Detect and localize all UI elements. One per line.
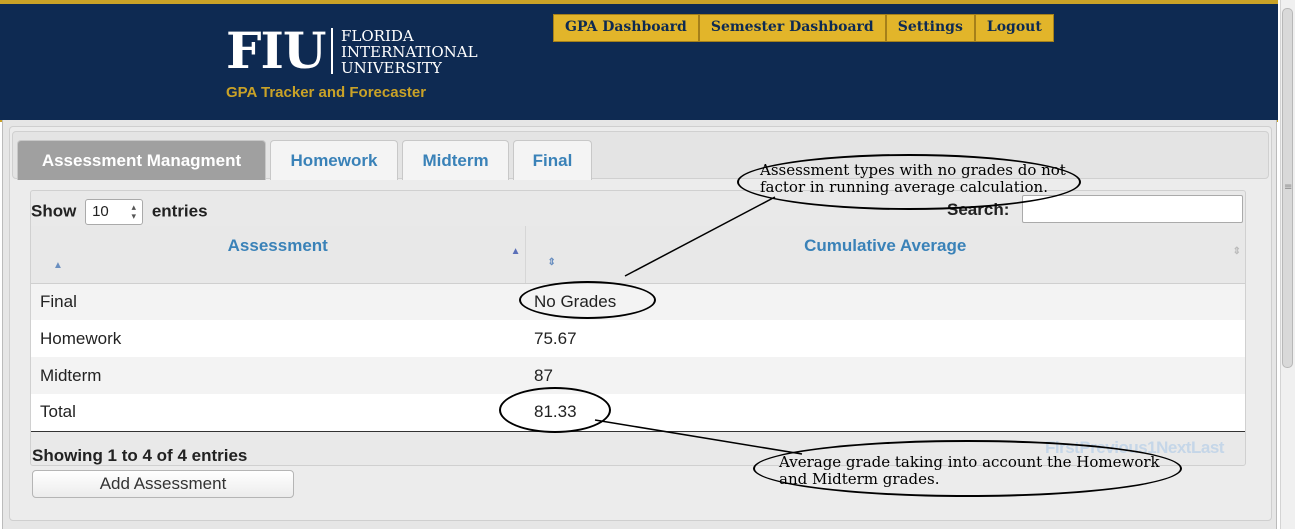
- fiu-logo: FIU FLORIDA INTERNATIONAL UNIVERSITY: [226, 26, 486, 86]
- app-tagline: GPA Tracker and Forecaster: [226, 84, 427, 101]
- table-info: Showing 1 to 4 of 4 entries: [32, 446, 248, 465]
- table-row: Midterm 87: [31, 357, 1245, 394]
- search-input[interactable]: [1022, 195, 1243, 223]
- tab-midterm[interactable]: Midterm: [402, 140, 509, 180]
- tab-final[interactable]: Final: [513, 140, 592, 180]
- logo-line-3: UNIVERSITY: [341, 59, 442, 77]
- logo-mark: FIU: [226, 21, 326, 80]
- sort-active-asc-icon: ▲: [510, 246, 521, 257]
- callout-note-bottom: Average grade taking into account the Ho…: [779, 453, 1160, 488]
- assessment-datatable: Show 10 ▴ ▾ entries Search: Assessment ▲ …: [30, 190, 1246, 466]
- sort-both-icon: ⇕: [547, 257, 556, 268]
- sort-asc-icon: ▲: [53, 260, 63, 271]
- table-row: Total 81.33: [31, 394, 1245, 432]
- column-header-assessment[interactable]: Assessment ▲ ▲: [31, 226, 526, 284]
- table-row: Homework 75.67: [31, 320, 1245, 357]
- pager-last[interactable]: Last: [1191, 438, 1224, 457]
- logo-line-2: INTERNATIONAL: [341, 43, 478, 61]
- select-arrows-icon: ▴ ▾: [131, 202, 137, 221]
- callout-note-top: Assessment types with no grades do not f…: [760, 161, 1066, 196]
- column-header-cumulative-average[interactable]: Cumulative Average ⇕ ⇕: [525, 226, 1245, 284]
- nav-semester-dashboard[interactable]: Semester Dashboard: [698, 14, 886, 42]
- highlight-total: [499, 387, 611, 433]
- cell-average: 81.33: [525, 394, 1245, 432]
- length-control: Show 10 ▴ ▾ entries: [31, 199, 208, 225]
- cell-assessment: Homework: [31, 320, 525, 357]
- logo-line-1: FLORIDA: [341, 27, 414, 45]
- tab-assessment-management[interactable]: Assessment Managment: [17, 140, 266, 180]
- cell-assessment: Total: [31, 394, 525, 432]
- logo-divider: [331, 28, 333, 74]
- tab-homework[interactable]: Homework: [270, 140, 398, 180]
- nav-logout[interactable]: Logout: [974, 14, 1054, 42]
- entries-select-value: 10: [92, 203, 109, 220]
- scroll-grip-icon: ≡: [1284, 182, 1293, 193]
- add-assessment-button[interactable]: Add Assessment: [32, 470, 294, 498]
- cell-average: 87: [525, 357, 1245, 394]
- logo-wordmark: FLORIDA INTERNATIONAL UNIVERSITY: [341, 28, 478, 76]
- cell-average: 75.67: [525, 320, 1245, 357]
- nav-gpa-dashboard[interactable]: GPA Dashboard: [553, 14, 699, 42]
- cell-assessment: Midterm: [31, 357, 525, 394]
- cell-assessment: Final: [31, 283, 525, 320]
- top-nav: GPA Dashboard Semester Dashboard Setting…: [553, 14, 1054, 42]
- entries-select[interactable]: 10 ▴ ▾: [85, 199, 144, 225]
- column-header-assessment-label: Assessment: [227, 236, 328, 255]
- show-label: Show: [31, 201, 77, 221]
- highlight-no-grades: [519, 281, 656, 319]
- column-header-average-label: Cumulative Average: [804, 236, 967, 255]
- assessment-table: Assessment ▲ ▲ Cumulative Average ⇕ ⇕ Fi…: [31, 226, 1245, 432]
- tab-bar: Assessment Managment Homework Midterm Fi…: [12, 131, 1269, 180]
- site-header: FIU FLORIDA INTERNATIONAL UNIVERSITY GPA…: [0, 0, 1278, 122]
- entries-label: entries: [151, 201, 208, 221]
- sort-unsorted-icon: ⇕: [1232, 246, 1241, 257]
- app-window: FIU FLORIDA INTERNATIONAL UNIVERSITY GPA…: [0, 0, 1295, 529]
- nav-settings[interactable]: Settings: [885, 14, 975, 42]
